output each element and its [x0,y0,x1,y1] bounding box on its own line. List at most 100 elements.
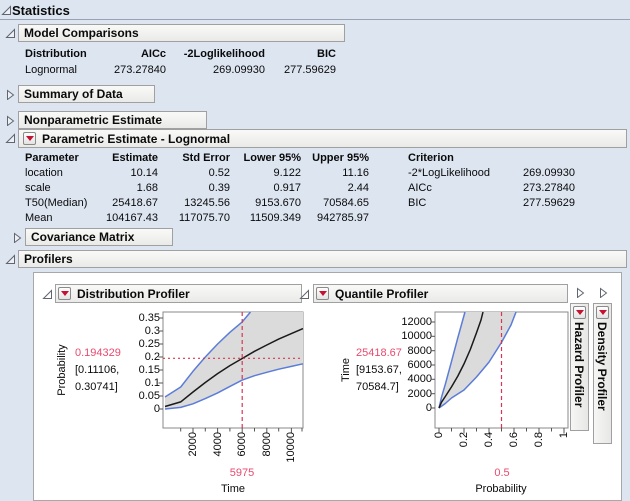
table-cell-distribution: Lognormal [25,64,77,76]
section-header-summary-of-data[interactable]: Summary of Data [18,85,155,103]
table-cell-lower95: 9.122 [273,167,301,179]
x-tick-label: 1 [558,432,570,439]
disclosure-collapsed-icon[interactable] [5,115,16,126]
disclosure-expanded-icon[interactable] [5,28,16,39]
section-title: Covariance Matrix [31,230,135,244]
section-header-parametric-estimate[interactable]: Parametric Estimate - Lognormal [18,129,627,148]
table-cell-std-error: 13245.56 [184,197,230,209]
page-title: Statistics [12,3,70,18]
x-tick-label: 10000 [285,432,297,463]
table-cell-upper95: 942785.97 [317,212,369,224]
table-cell-bic: 277.59629 [284,64,336,76]
ci-upper-text: 0.30741] [75,381,118,393]
x-tick-label: 0.2 [458,432,470,448]
table-cell-std-error: 0.39 [208,182,230,194]
current-x-value[interactable]: 0.5 [480,467,524,480]
table-cell-parameter: Mean [25,212,53,224]
x-tick-label: 6000 [236,432,248,457]
section-header-density-profiler[interactable]: Density Profiler [593,303,612,444]
section-header-distribution-profiler[interactable]: Distribution Profiler [55,284,302,303]
disclosure-expanded-icon[interactable] [299,289,310,300]
section-header-model-comparisons[interactable]: Model Comparisons [18,24,345,42]
table-cell-lower95: 11509.349 [249,212,301,224]
x-axis-label: Time [220,483,246,495]
table-cell-lower95: 0.917 [273,182,301,194]
x-tick-label: 4000 [212,432,224,457]
ci-lower-text: [0.11106, [75,364,120,376]
criterion-value: 273.27840 [523,182,575,194]
section-title: Density Profiler [595,322,609,411]
section-title: Hazard Profiler [572,322,586,408]
disclosure-expanded-icon[interactable] [5,133,16,144]
table-cell-std-error: 0.52 [208,167,230,179]
col-header-bic: BIC [317,48,336,60]
section-header-nonparametric-estimate[interactable]: Nonparametric Estimate [18,111,207,129]
red-triangle-menu-button[interactable] [23,132,36,145]
table-cell-parameter: scale [25,182,51,194]
disclosure-collapsed-icon[interactable] [575,287,586,298]
table-cell-upper95: 2.44 [347,182,369,194]
current-y-value[interactable]: 0.194329 [75,347,127,360]
col-header-aicc: AICc [140,48,166,60]
criterion-value: 277.59629 [523,197,575,209]
x-tick-label: 0 [433,432,445,439]
table-cell-upper95: 70584.65 [323,197,369,209]
disclosure-collapsed-icon[interactable] [598,287,609,298]
table-cell-2loglikelihood: 269.09930 [213,64,265,76]
x-axis-label: Probability [475,483,527,495]
table-cell-parameter: location [25,167,63,179]
criterion-label: -2*LogLikelihood [408,167,490,179]
section-title: Quantile Profiler [335,286,429,301]
table-cell-upper95: 11.16 [342,167,369,179]
divider [0,19,630,20]
disclosure-collapsed-icon[interactable] [12,232,23,243]
col-header-2loglikelihood: -2Loglikelihood [183,48,265,60]
col-header-estimate: Estimate [112,152,158,164]
table-cell-estimate: 10.14 [130,167,158,179]
y-axis-label: Time [340,357,352,383]
table-cell-parameter: T50(Median) [25,197,88,209]
red-triangle-menu-button[interactable] [316,287,329,300]
col-header-upper95: Upper 95% [312,152,369,164]
quantile-profiler-plot[interactable] [427,308,573,438]
red-triangle-menu-button[interactable] [596,306,609,319]
disclosure-expanded-icon[interactable] [42,289,53,300]
section-title: Parametric Estimate - Lognormal [42,131,231,146]
criterion-label: BIC [408,197,427,209]
jmp-statistics-report: Statistics Model Comparisons Distributio… [0,0,630,501]
table-cell-std-error: 117075.70 [178,212,230,224]
col-header-parameter: Parameter [25,152,79,164]
red-triangle-menu-button[interactable] [58,287,71,300]
table-cell-estimate: 25418.67 [112,197,158,209]
criterion-label: AICc [408,182,432,194]
table-cell-estimate: 104167.43 [106,212,158,224]
section-title: Summary of Data [24,87,123,101]
table-cell-aicc: 273.27840 [114,64,166,76]
section-title: Nonparametric Estimate [24,113,163,127]
col-header-lower95: Lower 95% [243,152,301,164]
section-header-covariance-matrix[interactable]: Covariance Matrix [25,228,173,246]
disclosure-collapsed-icon[interactable] [5,89,16,100]
col-header-distribution: Distribution [25,48,87,60]
section-title: Model Comparisons [24,26,139,40]
current-x-value[interactable]: 5975 [220,467,264,480]
y-axis-label: Probability [56,344,68,396]
x-tick-label: 0.8 [533,432,545,448]
x-tick-label: 0.4 [483,432,495,448]
disclosure-expanded-icon[interactable] [1,5,12,16]
section-title: Distribution Profiler [77,286,190,301]
disclosure-expanded-icon[interactable] [5,254,16,265]
x-tick-label: 0.6 [508,432,520,448]
x-tick-label: 8000 [261,432,273,457]
distribution-profiler-plot[interactable] [155,308,307,438]
x-tick-label: 2000 [187,432,199,457]
section-title: Profilers [24,252,73,266]
col-header-criterion: Criterion [408,152,454,164]
table-cell-estimate: 1.68 [136,182,158,194]
col-header-std-error: Std Error [182,152,230,164]
red-triangle-menu-button[interactable] [573,306,586,319]
table-cell-lower95: 9153.670 [255,197,301,209]
section-header-profilers[interactable]: Profilers [18,250,627,268]
criterion-value: 269.09930 [523,167,575,179]
section-header-quantile-profiler[interactable]: Quantile Profiler [313,284,568,303]
